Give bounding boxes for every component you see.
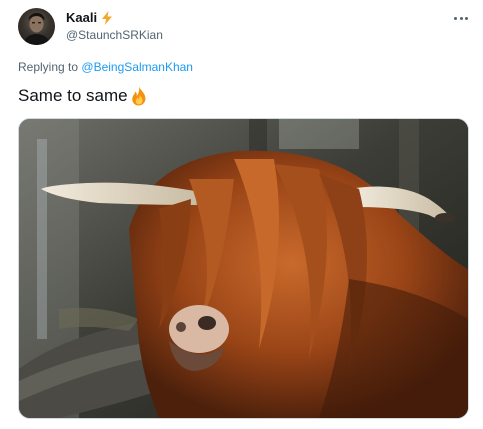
tweet-card: Kaali @StaunchSRKian Replying to @BeingS… xyxy=(0,0,483,429)
more-options-icon xyxy=(459,16,463,20)
tweet-image[interactable] xyxy=(18,118,469,419)
lightning-bolt-icon xyxy=(101,11,113,25)
author-name[interactable]: Kaali xyxy=(66,10,97,26)
more-options-icon xyxy=(464,16,468,20)
avatar[interactable] xyxy=(18,8,55,45)
author-name-row: Kaali xyxy=(66,10,163,26)
author-handle[interactable]: @StaunchSRKian xyxy=(66,28,163,43)
fire-icon xyxy=(129,85,149,107)
reply-target-link[interactable]: @BeingSalmanKhan xyxy=(81,60,193,74)
replying-to-prefix: Replying to xyxy=(18,60,79,74)
replying-to-line: Replying to @BeingSalmanKhan xyxy=(18,60,193,75)
more-options-icon xyxy=(454,16,458,20)
more-options-button[interactable] xyxy=(449,10,473,26)
tweet-text: Same to same xyxy=(18,85,149,107)
tweet-text-content: Same to same xyxy=(18,86,128,105)
author-block: Kaali @StaunchSRKian xyxy=(66,10,163,43)
